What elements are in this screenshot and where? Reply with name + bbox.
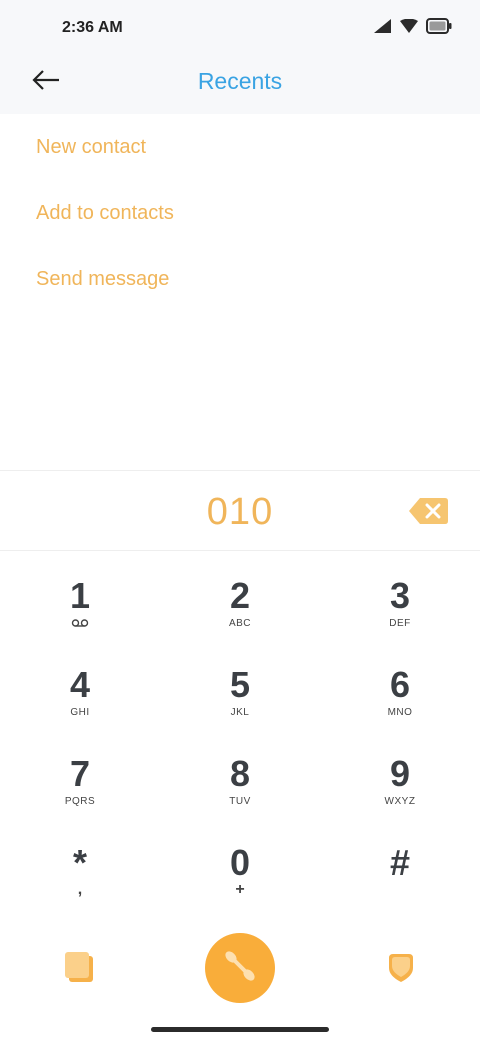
call-button[interactable] bbox=[205, 933, 275, 1003]
backspace-icon bbox=[408, 498, 450, 530]
add-to-contacts-option[interactable]: Add to contacts bbox=[0, 180, 480, 246]
key-digit: 9 bbox=[389, 753, 411, 794]
key-hash[interactable]: # bbox=[320, 827, 480, 916]
keypad-row: * , 0 + # bbox=[0, 827, 480, 916]
key-digit: 1 bbox=[69, 575, 91, 616]
key-6[interactable]: 6 MNO bbox=[320, 649, 480, 738]
key-letters: JKL bbox=[230, 707, 250, 718]
voicemail-icon bbox=[71, 618, 89, 632]
key-1[interactable]: 1 bbox=[0, 560, 160, 649]
key-digit: # bbox=[389, 842, 411, 883]
status-bar: 2:36 AM bbox=[0, 0, 480, 52]
key-digit: 4 bbox=[69, 664, 91, 705]
key-digit: 3 bbox=[389, 575, 411, 616]
key-letters: WXYZ bbox=[384, 796, 416, 807]
home-indicator[interactable] bbox=[151, 1027, 329, 1032]
send-message-option[interactable]: Send message bbox=[0, 246, 480, 312]
key-star[interactable]: * , bbox=[0, 827, 160, 916]
backspace-button[interactable] bbox=[408, 496, 450, 526]
status-time: 2:36 AM bbox=[62, 19, 123, 36]
new-contact-option[interactable]: New contact bbox=[0, 114, 480, 180]
key-letters: , bbox=[77, 881, 83, 898]
favorites-icon bbox=[386, 954, 416, 988]
key-3[interactable]: 3 DEF bbox=[320, 560, 480, 649]
key-8[interactable]: 8 TUV bbox=[160, 738, 320, 827]
key-5[interactable]: 5 JKL bbox=[160, 649, 320, 738]
key-digit: 2 bbox=[229, 575, 251, 616]
options-menu: New contact Add to contacts Send message bbox=[0, 114, 480, 312]
app-bar: Recents bbox=[0, 52, 480, 114]
key-digit: 0 bbox=[229, 842, 251, 883]
battery-icon bbox=[426, 18, 452, 39]
keypad-row: 7 PQRS 8 TUV 9 WXYZ bbox=[0, 738, 480, 827]
number-display: 010 bbox=[0, 471, 480, 551]
signal-icon bbox=[374, 19, 392, 38]
key-4[interactable]: 4 GHI bbox=[0, 649, 160, 738]
wifi-icon bbox=[400, 18, 418, 38]
key-9[interactable]: 9 WXYZ bbox=[320, 738, 480, 827]
key-7[interactable]: 7 PQRS bbox=[0, 738, 160, 827]
key-letters: DEF bbox=[389, 618, 411, 629]
key-0[interactable]: 0 + bbox=[160, 827, 320, 916]
status-icons bbox=[374, 18, 452, 39]
key-letters: PQRS bbox=[64, 796, 96, 807]
bottom-actions bbox=[0, 930, 480, 1004]
contacts-icon bbox=[62, 952, 96, 990]
favorites-button[interactable] bbox=[386, 952, 416, 984]
keypad-row: 4 GHI 5 JKL 6 MNO bbox=[0, 649, 480, 738]
key-digit: 7 bbox=[69, 753, 91, 794]
phone-icon bbox=[220, 946, 260, 991]
contacts-button[interactable] bbox=[62, 950, 96, 986]
key-digit: 5 bbox=[229, 664, 251, 705]
key-letters: GHI bbox=[70, 707, 90, 718]
key-digit: 8 bbox=[229, 753, 251, 794]
key-letters: MNO bbox=[387, 707, 413, 718]
key-digit: * bbox=[72, 842, 87, 883]
keypad-row: 1 2 ABC 3 DEF bbox=[0, 560, 480, 649]
key-letters: + bbox=[235, 881, 245, 898]
dial-keypad: 1 2 ABC 3 DEF 4 GHI 5 JKL 6 MNO 7 PQRS 8… bbox=[0, 560, 480, 916]
key-letters: ABC bbox=[228, 618, 252, 629]
key-2[interactable]: 2 ABC bbox=[160, 560, 320, 649]
key-letters: TUV bbox=[229, 796, 251, 807]
page-title: Recents bbox=[197, 68, 283, 94]
divider bbox=[0, 550, 480, 551]
key-digit: 6 bbox=[389, 664, 411, 705]
